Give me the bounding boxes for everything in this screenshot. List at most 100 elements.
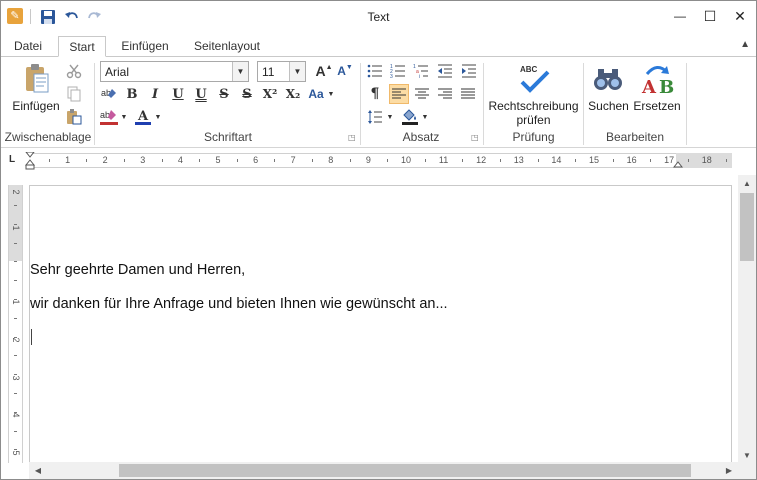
align-right-button[interactable] — [435, 84, 455, 104]
highlight-color-button[interactable]: ab — [99, 107, 119, 127]
tab-seitenlayout[interactable]: Seitenlayout — [185, 36, 269, 57]
spelling-button[interactable]: ABC — [516, 61, 552, 97]
save-icon — [41, 10, 55, 24]
ruler-number: 3 — [140, 155, 146, 165]
title-bar: ✎ Text — ☐ ✕ — [1, 1, 756, 33]
increase-indent-button[interactable] — [459, 61, 479, 81]
vertical-ruler-tick — [14, 430, 17, 432]
redo-button[interactable] — [85, 8, 103, 26]
align-left-button[interactable] — [389, 84, 409, 104]
save-button[interactable] — [39, 8, 57, 26]
scroll-down-icon[interactable]: ▼ — [738, 447, 756, 463]
vertical-ruler-number: 4 — [11, 412, 21, 418]
vertical-ruler-tick — [14, 336, 17, 338]
subscript-button[interactable]: X₂ — [283, 84, 303, 104]
ruler-tick — [462, 159, 464, 162]
app-icon[interactable]: ✎ — [7, 8, 23, 24]
ruler-tick — [650, 159, 652, 162]
document-page[interactable]: Sehr geehrte Damen und Herren, wir danke… — [29, 185, 732, 463]
superscript-button[interactable]: X² — [260, 84, 280, 104]
decrease-indent-button[interactable] — [435, 61, 455, 81]
font-size-combo[interactable]: 11 ▼ — [257, 61, 306, 82]
tab-start[interactable]: Start — [58, 36, 106, 57]
ruler-tick — [199, 159, 201, 162]
scroll-up-icon[interactable]: ▲ — [738, 175, 756, 191]
vertical-ruler-tick — [14, 299, 17, 300]
chevron-down-icon[interactable]: ▼ — [120, 107, 128, 127]
chevron-down-icon[interactable]: ▼ — [232, 62, 248, 81]
chevron-down-icon[interactable]: ▼ — [421, 107, 429, 127]
document-area[interactable]: Sehr geehrte Damen und Herren, wir danke… — [23, 171, 738, 463]
numbering-button[interactable]: 1 2 3 — [388, 61, 408, 81]
chevron-down-icon[interactable]: ▼ — [386, 107, 394, 127]
multilevel-list-icon: 1 a i — [413, 64, 428, 79]
ruler-number: 16 — [626, 155, 637, 165]
strikethrough-button[interactable]: S — [214, 84, 234, 104]
replace-button[interactable]: A B — [639, 61, 675, 97]
ruler-number: 12 — [476, 155, 487, 165]
cut-button[interactable] — [64, 61, 84, 81]
spellcheck-highlight-button[interactable]: ab — [99, 84, 119, 104]
document-line[interactable]: Sehr geehrte Damen und Herren, — [30, 262, 245, 278]
text-highlight-icon: ab — [101, 88, 116, 98]
paragraph-dialog-launcher-icon[interactable]: ◳ — [471, 134, 479, 142]
shrink-font-button[interactable]: A ▼ — [335, 61, 355, 81]
undo-button[interactable] — [63, 8, 81, 26]
horizontal-ruler[interactable]: L 1 2 3 4 5 6 7 8 9 10 11 12 13 14 15 16 17 18 — [1, 149, 756, 171]
grow-font-button[interactable]: A ▲ — [314, 61, 334, 81]
line-spacing-button[interactable] — [365, 107, 385, 127]
maximize-button[interactable]: ☐ — [695, 1, 725, 31]
chevron-down-icon[interactable]: ▼ — [289, 62, 305, 81]
font-name-combo[interactable]: Arial ▼ — [100, 61, 249, 82]
replace-label: Ersetzen — [633, 99, 681, 113]
vertical-scroll-thumb[interactable] — [740, 193, 754, 261]
find-button[interactable] — [591, 63, 625, 95]
tab-stop-selector[interactable]: L — [9, 154, 21, 166]
font-dialog-launcher-icon[interactable]: ◳ — [348, 134, 356, 142]
scroll-left-icon[interactable]: ◀ — [29, 462, 47, 478]
ruler-tick — [236, 159, 238, 162]
ruler-tick — [349, 159, 351, 162]
double-underline-button[interactable]: U — [191, 84, 211, 104]
chevron-down-icon[interactable]: ▼ — [154, 107, 162, 127]
svg-text:A: A — [641, 77, 657, 96]
shading-button[interactable] — [400, 107, 420, 127]
chevron-down-icon[interactable]: ▼ — [327, 84, 335, 104]
ruler-tick — [274, 159, 276, 162]
ruler-number: 9 — [365, 155, 371, 165]
paste-icon — [26, 64, 49, 93]
document-line[interactable]: wir danken für Ihre Anfrage und bieten I… — [30, 296, 448, 312]
paste-special-button[interactable] — [64, 107, 84, 127]
vertical-scrollbar[interactable]: ▲ ▼ — [738, 175, 756, 463]
tab-einfuegen[interactable]: Einfügen — [113, 36, 177, 57]
group-separator — [583, 63, 584, 145]
justify-button[interactable] — [458, 84, 478, 104]
multilevel-list-button[interactable]: 1 a i — [411, 61, 431, 81]
ruler-tick — [575, 159, 577, 162]
tab-datei[interactable]: Datei — [5, 36, 51, 57]
bold-button[interactable]: B — [122, 84, 142, 104]
align-center-button[interactable] — [412, 84, 432, 104]
ruler-number: 5 — [215, 155, 221, 165]
indent-marker-icon[interactable] — [25, 152, 35, 170]
vertical-ruler-tick — [14, 393, 17, 394]
paint-bucket-icon — [402, 109, 418, 125]
scroll-right-icon[interactable]: ▶ — [720, 462, 738, 478]
change-case-button[interactable]: Aa — [306, 84, 326, 104]
horizontal-scrollbar[interactable]: ◀ ▶ — [29, 462, 738, 479]
ruler-tick — [312, 159, 313, 162]
collapse-ribbon-icon[interactable]: ▲ — [740, 39, 750, 50]
bullets-button[interactable] — [365, 61, 385, 81]
close-button[interactable]: ✕ — [725, 1, 755, 31]
italic-button[interactable]: I — [145, 84, 165, 104]
horizontal-scroll-thumb[interactable] — [119, 464, 691, 477]
underline-button[interactable]: U — [168, 84, 188, 104]
copy-button[interactable] — [64, 84, 84, 104]
paste-button[interactable] — [23, 62, 51, 96]
double-strikethrough-button[interactable]: S — [237, 84, 257, 104]
font-color-button[interactable]: A — [133, 107, 153, 127]
minimize-button[interactable]: — — [665, 1, 695, 31]
paste-label: Einfügen — [12, 99, 60, 113]
ruler-number: 1 — [65, 155, 71, 165]
show-formatting-button[interactable]: ¶ — [365, 84, 385, 104]
